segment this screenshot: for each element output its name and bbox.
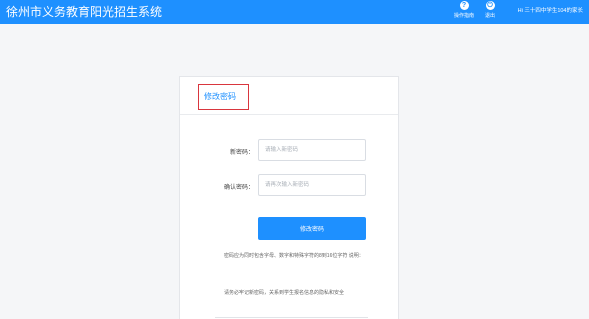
submit-button[interactable]: 修改密码 [258,217,366,240]
top-bar: 徐州市义务教育阳光招生系统 ? 操作指南 ⏻ 退出 Hi 三十四中学生104的家… [0,0,589,24]
new-password-label: 新密码： [229,150,254,156]
help-button[interactable]: ? 操作指南 [451,1,477,23]
divider [215,317,368,318]
power-icon: ⏻ [485,1,495,10]
question-icon: ? [459,1,469,10]
logout-label: 退出 [484,13,495,19]
confirm-password-label: 确认密码： [223,185,254,191]
help-label: 操作指南 [453,13,474,19]
page-title: 修改密码 [198,84,249,110]
app-title: 徐州市义务教育阳光招生系统 [6,5,163,19]
card-header: 修改密码 [180,77,398,115]
confirm-password-input[interactable] [258,174,366,196]
logout-button[interactable]: ⏻ 退出 [477,1,503,23]
change-password-card: 修改密码 [179,76,399,319]
password-remember-hint: 请务必牢记新密码，关系到学生报名信息的隐私和安全 [224,290,345,296]
user-greeting: Hi 三十四中学生104的家长 [517,8,583,14]
password-rule-hint: 密码应为同时包含字母、数字和特殊字符的8到16位字符 说明： [224,253,364,259]
new-password-input[interactable] [258,139,366,161]
